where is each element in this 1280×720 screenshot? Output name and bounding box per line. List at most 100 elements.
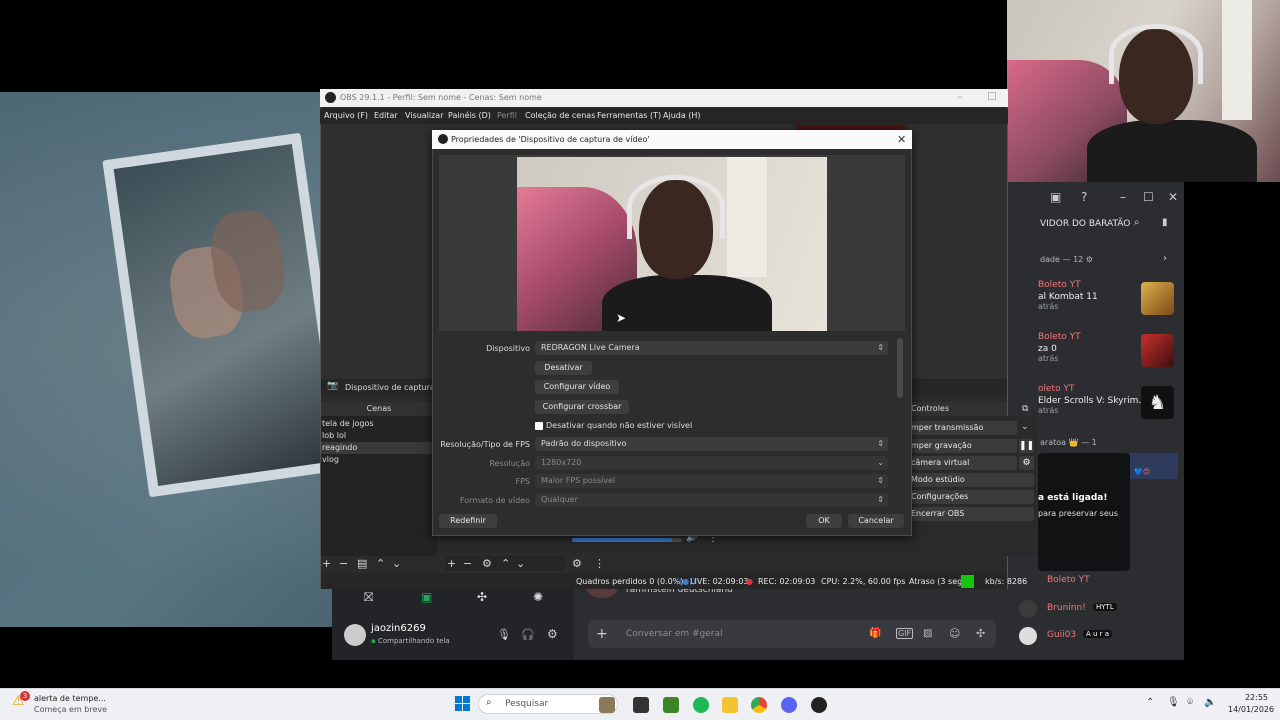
reset-button[interactable]: Redefinir <box>439 514 497 528</box>
fps-label: FPS <box>515 477 530 486</box>
menu-visualizar[interactable]: Visualizar <box>405 111 444 120</box>
scene-item-selected[interactable]: reagindo <box>321 442 437 454</box>
discord-icon[interactable] <box>781 697 797 713</box>
disable-button[interactable]: Desativar <box>535 361 592 375</box>
minimize-icon[interactable]: – <box>957 90 963 103</box>
headphones-icon[interactable]: 🎧 <box>521 628 535 641</box>
scene-item[interactable]: tela de jogos <box>321 418 437 430</box>
menu-paineis[interactable]: Painéis (D) <box>448 111 491 120</box>
remove-scene-icon[interactable]: − <box>339 557 348 570</box>
member-bruninn[interactable]: Bruninn! <box>1047 603 1086 613</box>
bookmark-icon[interactable]: ▮ <box>1162 217 1168 228</box>
minimize-icon[interactable]: – <box>1120 190 1126 204</box>
configure-crossbar-button[interactable]: Configurar crossbar <box>535 400 629 414</box>
move-down-icon[interactable]: ⌄ <box>392 557 401 570</box>
chevron-down-icon[interactable]: ⌄ <box>1021 422 1029 432</box>
video-off-icon[interactable]: ⛝ <box>364 590 373 605</box>
ok-button[interactable]: OK <box>806 514 842 528</box>
source-settings-icon[interactable]: ⚙ <box>482 557 492 570</box>
menu-colecao-cenas[interactable]: Coleção de cenas <box>525 111 595 120</box>
activities-icon[interactable]: ✣ <box>477 590 487 604</box>
avatar[interactable] <box>344 624 366 646</box>
spotify-icon[interactable] <box>693 697 709 713</box>
emoji-icon[interactable]: ☺ <box>949 627 960 640</box>
remove-source-icon[interactable]: − <box>463 557 472 570</box>
taskbar-search[interactable]: Pesquisar <box>478 694 618 714</box>
menu-editar[interactable]: Editar <box>374 111 398 120</box>
scene-item[interactable]: lob lol <box>321 430 437 442</box>
microphone-icon[interactable]: 🎙 <box>1167 697 1180 708</box>
activity-card-3[interactable]: oleto YT Elder Scrolls V: Skyrim... atrá… <box>1038 384 1178 430</box>
device-select[interactable]: REDRAGON Live Camera ⇕ <box>535 341 888 355</box>
studio-mode-button[interactable]: Modo estúdio <box>907 473 1034 487</box>
deactivate-checkbox-label[interactable]: Desativar quando não estiver visível <box>546 421 692 430</box>
video-format-select[interactable]: Qualquer ⇕ <box>535 493 888 507</box>
username[interactable]: jaozin6269 <box>371 623 426 634</box>
pause-icon[interactable]: ❚❚ <box>1019 439 1034 453</box>
gear-icon[interactable]: ⚙ <box>1019 456 1034 470</box>
settings-gear-icon[interactable]: ⚙ <box>547 627 558 641</box>
stream-button[interactable]: mper transmissão <box>907 421 1017 435</box>
record-button[interactable]: mper gravação <box>907 439 1017 453</box>
add-scene-icon[interactable]: + <box>322 557 331 570</box>
chevron-right-icon[interactable]: › <box>1163 253 1167 264</box>
clock-time[interactable]: 22:55 <box>1228 693 1268 702</box>
chevron-up-icon[interactable]: ⌃ <box>1146 697 1154 708</box>
member-boleto[interactable]: Boleto YT <box>1047 575 1090 585</box>
activity-card-2[interactable]: Boleto YT za 0 atrás <box>1038 332 1178 378</box>
add-attachment-icon[interactable]: + <box>596 626 608 642</box>
volume-icon[interactable]: 🔈 <box>1204 697 1216 708</box>
gift-icon[interactable]: 🎁 <box>869 628 881 639</box>
apps-icon[interactable]: ✣ <box>976 627 985 640</box>
menu-ferramentas[interactable]: Ferramentas (T) <box>597 111 661 120</box>
deactivate-checkbox[interactable] <box>535 422 543 430</box>
member-guii03[interactable]: Guii03 <box>1047 630 1076 640</box>
activity-card-1[interactable]: Boleto YT al Kombat 11 atrás <box>1038 280 1178 326</box>
file-explorer-icon[interactable] <box>722 697 738 713</box>
inbox-icon[interactable]: ▣ <box>1050 190 1061 204</box>
close-icon[interactable]: ✕ <box>897 130 906 149</box>
configure-video-button[interactable]: Configurar vídeo <box>535 380 619 394</box>
soundboard-icon[interactable]: ✺ <box>533 590 543 604</box>
windows-start-icon[interactable] <box>455 696 471 712</box>
notification-title[interactable]: alerta de tempe... <box>34 694 106 703</box>
fps-select[interactable]: Maior FPS possível ⇕ <box>535 474 888 488</box>
maximize-icon[interactable]: ☐ <box>987 90 997 103</box>
exit-obs-button[interactable]: Encerrar OBS <box>907 507 1034 521</box>
cancel-button[interactable]: Cancelar <box>848 514 904 528</box>
menu-arquivo[interactable]: Arquivo (F) <box>324 111 368 120</box>
minecraft-icon[interactable] <box>663 697 679 713</box>
widget-icon[interactable] <box>599 697 615 713</box>
properties-scrollbar[interactable] <box>897 338 903 398</box>
sticker-icon[interactable]: ▨ <box>923 628 932 639</box>
scene-item[interactable]: vlog <box>321 454 437 466</box>
move-down-icon[interactable]: ⌄ <box>516 557 525 570</box>
menu-perfil[interactable]: Perfil <box>497 111 517 120</box>
clock-date[interactable]: 14/01/2026 <box>1228 705 1274 714</box>
network-icon[interactable]: ⌾ <box>1187 697 1193 708</box>
chrome-icon[interactable] <box>751 697 767 713</box>
move-up-icon[interactable]: ⌃ <box>501 557 510 570</box>
more-options-icon[interactable]: ⋮ <box>594 557 605 570</box>
add-source-icon[interactable]: + <box>447 557 456 570</box>
audio-settings-icon[interactable]: ⚙ <box>572 557 582 570</box>
menu-ajuda[interactable]: Ajuda (H) <box>663 111 701 120</box>
close-icon[interactable]: ✕ <box>1168 190 1178 204</box>
settings-button[interactable]: Configurações <box>907 490 1034 504</box>
microphone-icon[interactable]: 🎙 <box>497 628 511 641</box>
dock-float-icon[interactable]: ⧉ <box>1022 404 1028 414</box>
filter-icon[interactable]: ▤ <box>357 557 367 570</box>
maximize-icon[interactable]: ☐ <box>1143 190 1154 204</box>
resolution-select[interactable]: 1280x720 ⌄ <box>535 456 888 470</box>
obs-taskbar-icon[interactable] <box>811 697 827 713</box>
res-type-select[interactable]: Padrão do dispositivo ⇕ <box>535 437 888 451</box>
search-icon[interactable]: ⌕ <box>1134 217 1140 228</box>
gif-icon[interactable]: GIF <box>896 628 914 639</box>
chat-input-placeholder[interactable]: Conversar em #geral <box>626 629 723 639</box>
task-view-icon[interactable] <box>633 697 649 713</box>
move-up-icon[interactable]: ⌃ <box>376 557 385 570</box>
help-icon[interactable]: ? <box>1081 190 1087 204</box>
screen-share-icon[interactable]: ▣ <box>421 590 432 604</box>
virtual-camera-button[interactable]: câmera virtual <box>907 456 1017 470</box>
stream-delay: Atraso (3 seg) <box>909 577 966 586</box>
